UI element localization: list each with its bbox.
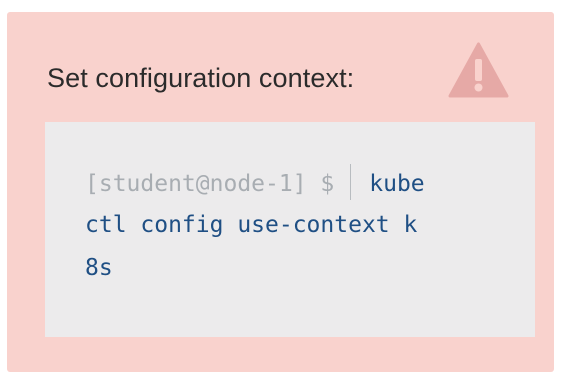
panel-title: Set configuration context: (47, 63, 355, 93)
command-line-1: [student@node-1] $ kube (85, 164, 425, 200)
command-line-2: ctl config use-context k (85, 212, 418, 238)
command-line-3: 8s (85, 255, 113, 281)
task-panel: Set configuration context: [student@node… (7, 12, 554, 372)
prompt-separator (350, 164, 352, 200)
warning-icon (448, 42, 509, 98)
shell-prompt: [student@node-1] $ (85, 171, 335, 197)
command-box: [student@node-1] $ kube ctl config use-co… (45, 122, 535, 337)
command-text-1: kube (369, 171, 425, 197)
